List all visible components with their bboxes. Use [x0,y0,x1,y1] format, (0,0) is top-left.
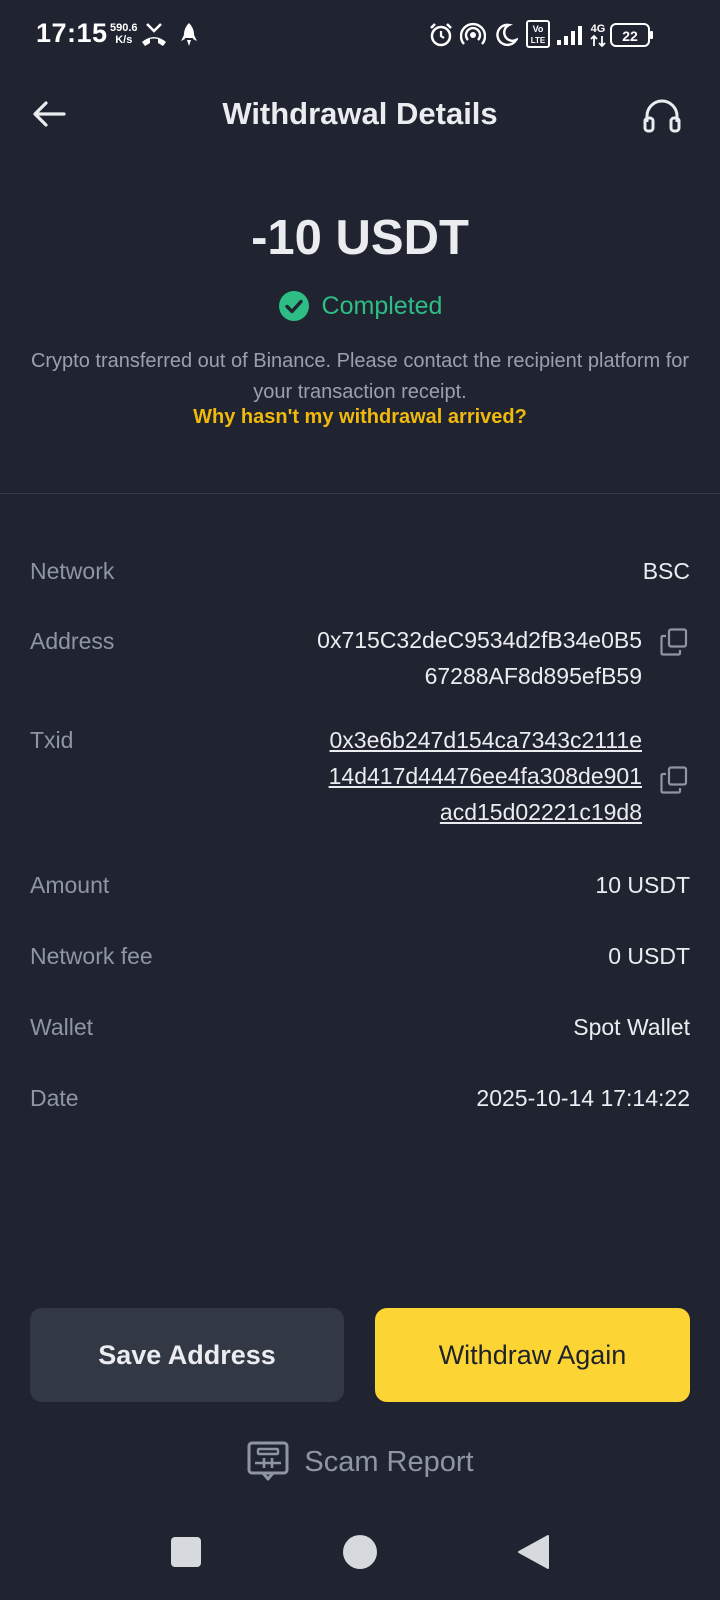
network-speed: 590.6 K/s [110,22,138,46]
network-fee-label: Network fee [30,943,153,969]
hotspot-icon [460,22,486,45]
headset-icon [643,99,681,133]
network-value: BSC [642,558,690,584]
network-label: Network [30,558,115,584]
check-circle-icon [278,291,309,321]
network-type-icon: 4G [590,23,606,48]
copy-icon[interactable] [660,628,688,656]
address-label: Address [30,628,115,654]
svg-text:Vo: Vo [533,24,544,34]
address-value: 0x715C32deC9534d2fB34e0B5 67288AF8d895ef… [317,622,642,694]
header: Withdrawal Details [0,72,720,160]
missed-call-icon [142,23,166,46]
transfer-notice: Crypto transferred out of Binance. Pleas… [30,350,690,403]
network-speed-value: 590.6 [110,22,138,34]
amount-value: 10 USDT [595,872,690,898]
address-line: 0x715C32deC9534d2fB34e0B5 [317,627,642,653]
volte-icon: Vo LTE [526,20,550,48]
withdraw-again-button[interactable]: Withdraw Again [375,1308,690,1402]
date-value: 2025-10-14 17:14:22 [476,1085,690,1111]
scam-report-button[interactable]: Scam Report [0,1440,720,1484]
txid-value[interactable]: 0x3e6b247d154ca7343c2111e 14d417d44476ee… [329,722,642,830]
moon-icon [496,23,518,47]
back-nav-icon[interactable] [516,1534,550,1570]
address-line: 67288AF8d895efB59 [424,663,642,689]
rocket-icon [181,23,197,46]
svg-text:LTE: LTE [531,36,546,45]
report-icon [247,1441,289,1481]
amount-label: Amount [30,872,110,898]
txid-link[interactable]: 14d417d44476ee4fa308de901 [329,763,642,789]
network-fee-value: 0 USDT [608,943,690,969]
home-icon[interactable] [342,1534,378,1570]
signal-icon [557,26,582,45]
network-speed-unit: K/s [115,34,133,46]
txid-link[interactable]: acd15d02221c19d8 [440,799,642,825]
page-title: Withdrawal Details [222,96,498,131]
battery-level: 22 [622,28,638,44]
wallet-label: Wallet [30,1014,94,1040]
battery-icon: 22 [610,23,653,47]
scam-report-label: Scam Report [304,1445,474,1478]
system-nav-bar [0,1520,720,1600]
status-indicator: Completed [0,290,720,322]
date-label: Date [30,1085,79,1111]
txid-label: Txid [30,727,74,753]
wallet-value: Spot Wallet [573,1014,690,1040]
status-time: 17:15 [36,18,108,48]
recents-icon[interactable] [170,1536,202,1568]
withdrawal-help-link[interactable]: Why hasn't my withdrawal arrived? [0,406,720,429]
save-address-button[interactable]: Save Address [30,1308,344,1402]
status-bar: 17:15 590.6 K/s Vo LTE 4G 22 [0,0,720,72]
withdrawal-amount: -10 USDT [251,211,469,265]
copy-icon[interactable] [660,766,688,794]
status-label: Completed [321,291,443,320]
alarm-icon [430,23,452,47]
divider [0,493,720,494]
support-button[interactable] [640,94,684,138]
txid-link[interactable]: 0x3e6b247d154ca7343c2111e [330,727,643,753]
svg-text:4G: 4G [591,23,606,35]
